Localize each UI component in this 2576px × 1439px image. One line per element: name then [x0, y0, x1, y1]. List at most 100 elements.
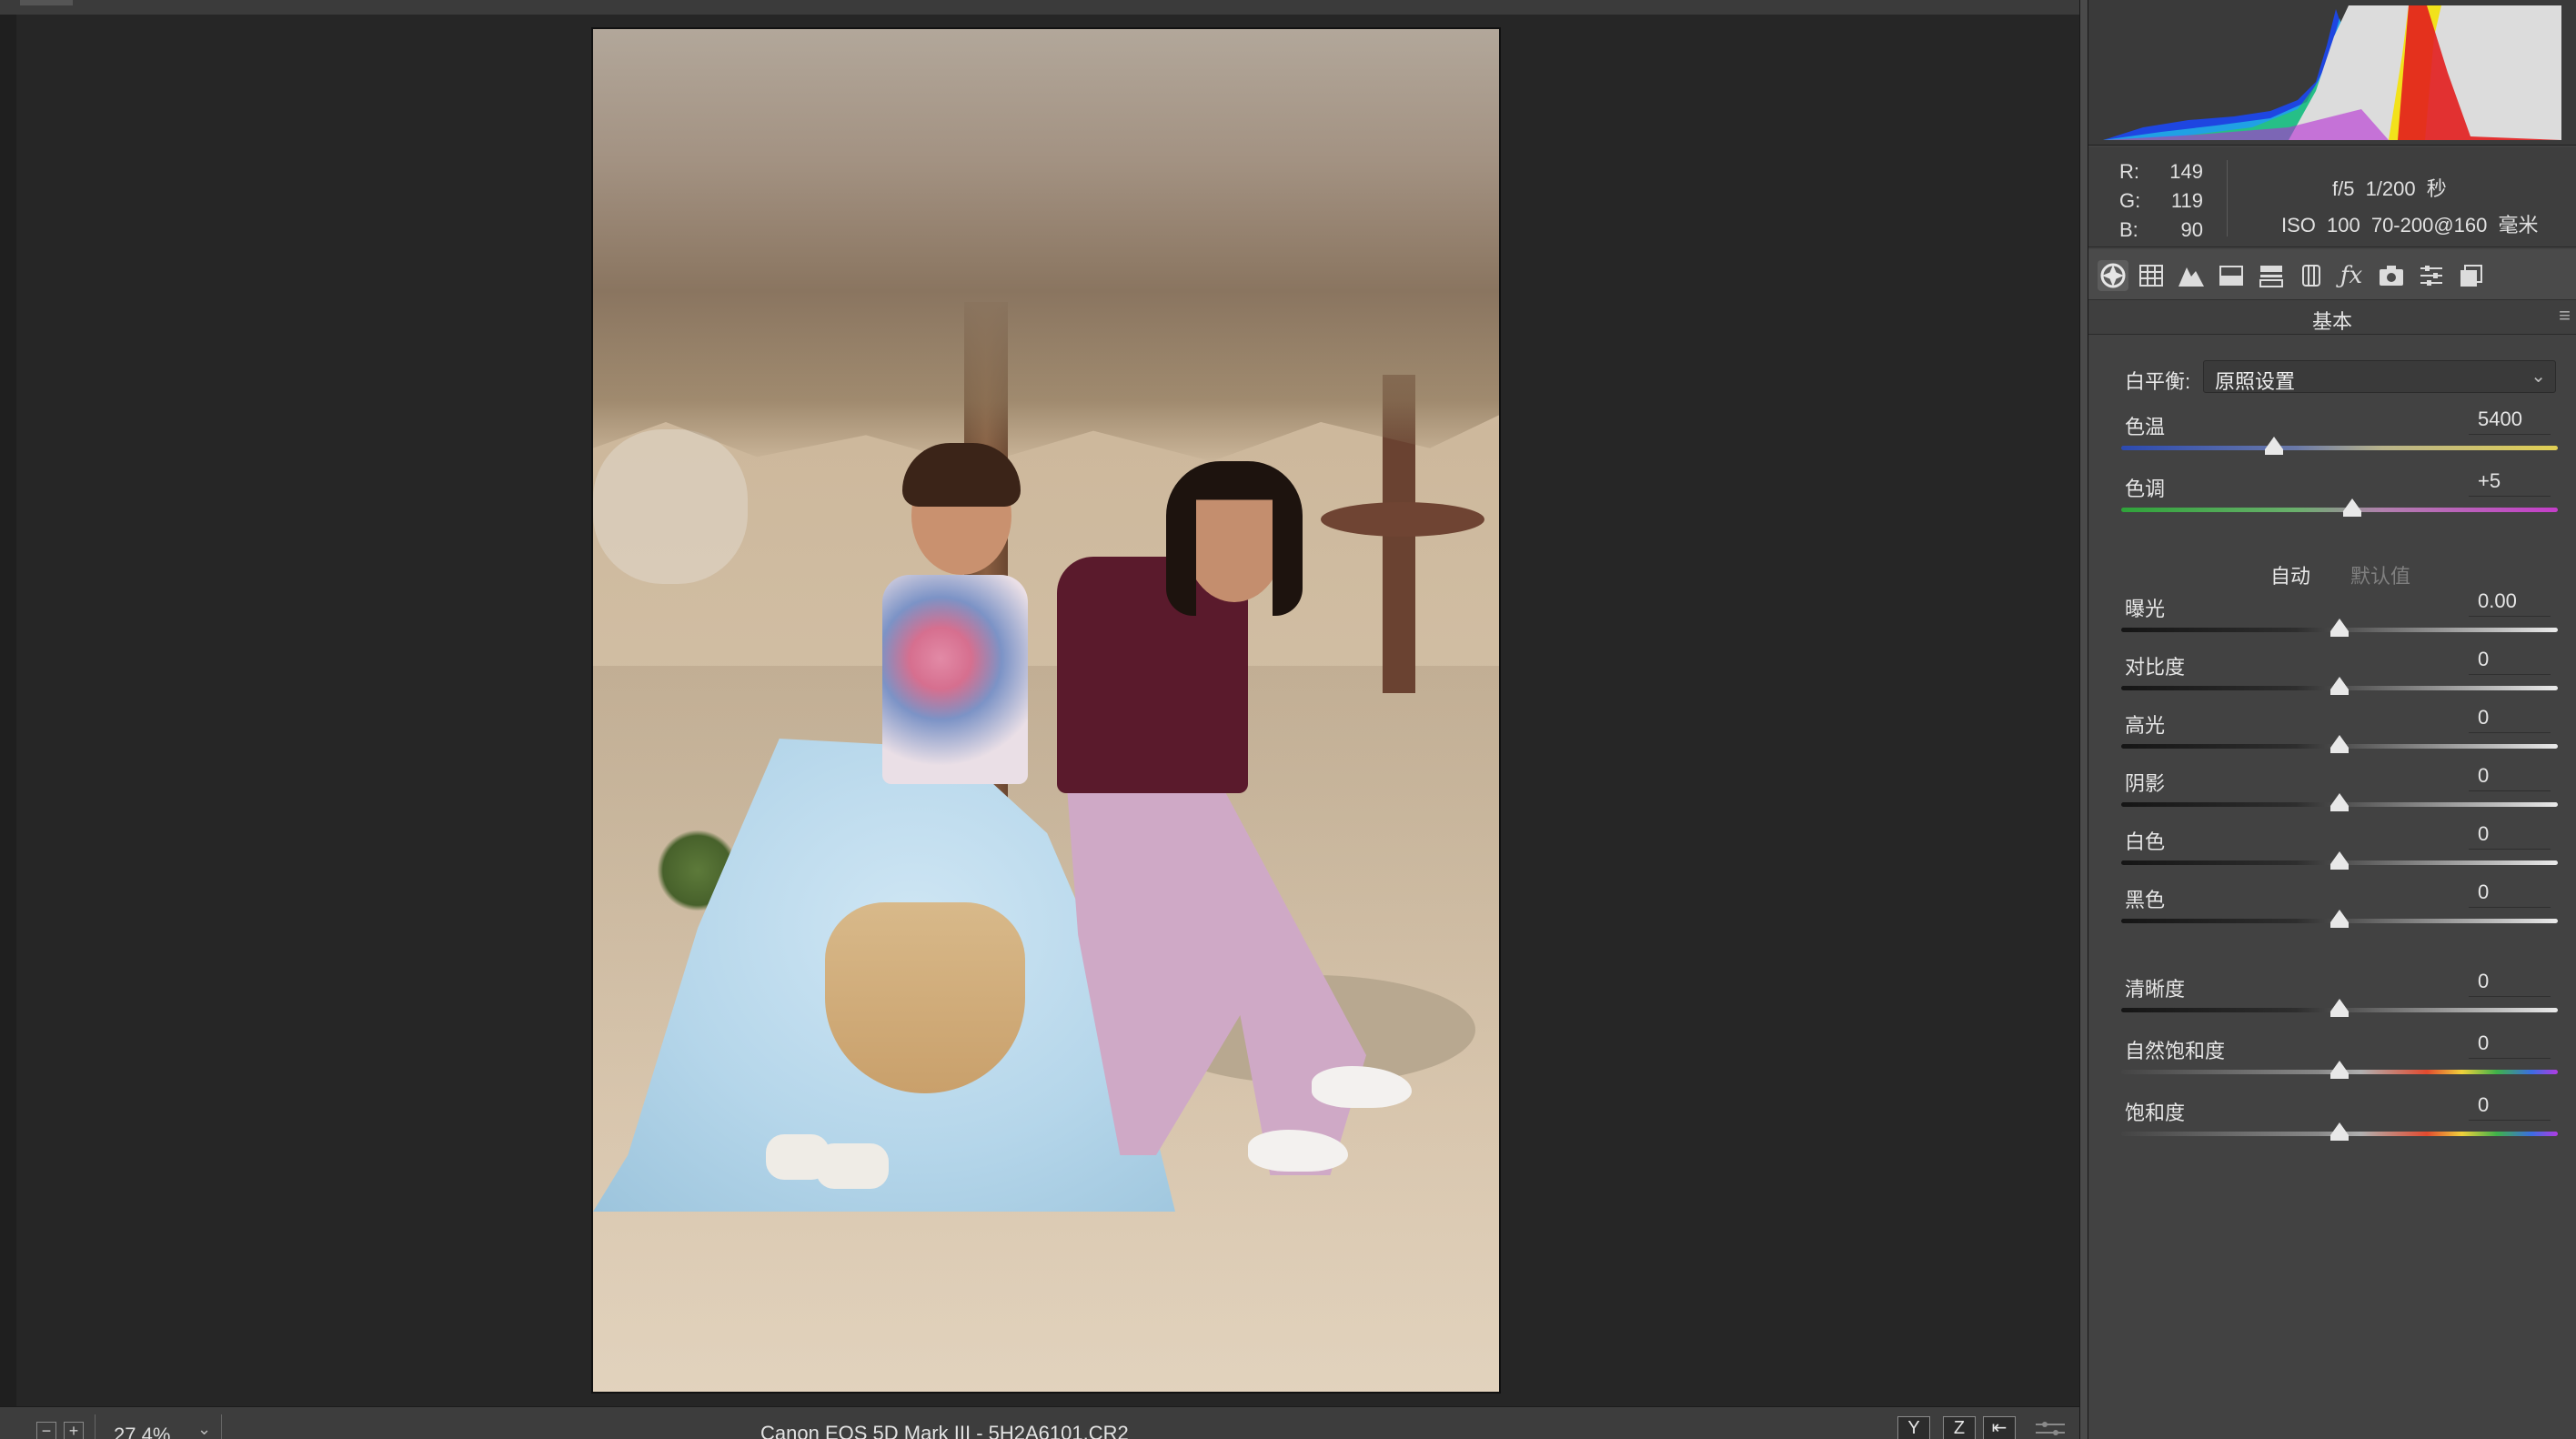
- white-balance-value: 原照设置: [2215, 370, 2296, 393]
- slider-temperature: 色温 5400: [2121, 408, 2558, 466]
- exif-iso-lens: ISO 100 70-200@160 毫米: [2281, 214, 2539, 236]
- panel-tabs: ƒx: [2088, 249, 2576, 300]
- filmstrip-edge: [0, 15, 16, 1406]
- copy-settings-button[interactable]: ⇤: [1983, 1416, 2016, 1439]
- slider-thumb[interactable]: [2330, 1122, 2349, 1141]
- zoom-in-button[interactable]: +: [64, 1422, 84, 1439]
- slider-value-field[interactable]: 0: [2469, 706, 2551, 733]
- slider-value-field[interactable]: 0: [2469, 822, 2551, 850]
- slider-label: 曝光: [2125, 598, 2166, 620]
- zoom-out-button[interactable]: −: [36, 1422, 56, 1439]
- slider-value-field[interactable]: 0: [2469, 1031, 2551, 1059]
- slider-label: 阴影: [2125, 772, 2166, 795]
- slider-thumb[interactable]: [2330, 1061, 2349, 1079]
- presets-icon[interactable]: [2456, 260, 2487, 291]
- slider-shadows: 阴影 0: [2121, 764, 2558, 822]
- slider-exposure: 曝光 0.00: [2121, 589, 2558, 648]
- default-button[interactable]: 默认值: [2350, 560, 2410, 589]
- woman-bodice: [882, 575, 1028, 784]
- rock: [593, 429, 748, 584]
- detail-icon[interactable]: [2256, 260, 2287, 291]
- status-bar: − + 27.4% ⌄ Canon EOS 5D Mark III - 5H2A…: [0, 1406, 2079, 1439]
- mountain-icon[interactable]: [2176, 260, 2207, 291]
- file-name: Canon EOS 5D Mark III - 5H2A6101.CR2: [760, 1422, 1129, 1439]
- slider-thumb[interactable]: [2330, 677, 2349, 695]
- slider-thumb[interactable]: [2330, 999, 2349, 1017]
- slider-label: 色调: [2125, 478, 2166, 500]
- slider-clarity: 清晰度 0: [2121, 970, 2558, 1028]
- slider-value-field[interactable]: 0: [2469, 1093, 2551, 1121]
- white-balance-label: 白平衡:: [2125, 370, 2191, 393]
- aperture-icon[interactable]: [2098, 260, 2128, 291]
- grid-icon[interactable]: [2136, 260, 2167, 291]
- split-tone-icon[interactable]: [2216, 260, 2247, 291]
- camera-icon[interactable]: [2376, 260, 2407, 291]
- photo-preview[interactable]: [591, 27, 1501, 1394]
- slider-contrast: 对比度 0: [2121, 648, 2558, 706]
- straw-umbrella: [593, 29, 1499, 466]
- info-divider: [2227, 160, 2228, 236]
- camera-raw-window: − + 27.4% ⌄ Canon EOS 5D Mark III - 5H2A…: [0, 0, 2576, 1439]
- slider-thumb[interactable]: [2265, 437, 2283, 455]
- top-tab[interactable]: [20, 0, 73, 5]
- white-balance-select[interactable]: 原照设置 ⌄: [2203, 360, 2556, 393]
- slider-value-field[interactable]: 0.00: [2469, 589, 2551, 617]
- slider-whites: 白色 0: [2121, 822, 2558, 881]
- section-title: 基本: [2311, 310, 2352, 333]
- slider-label: 对比度: [2125, 656, 2186, 679]
- flower-basket: [825, 902, 1025, 1093]
- zoom-select[interactable]: 27.4% ⌄: [95, 1414, 222, 1439]
- slider-highlights: 高光 0: [2121, 706, 2558, 764]
- zoom-value: 27.4%: [114, 1424, 171, 1439]
- pixel-info: R: 149 G: 119 B: 90 f/5 1/200 秒 ISO 100 70-…: [2088, 147, 2576, 247]
- sliders-icon[interactable]: [2416, 260, 2447, 291]
- slider-value-field[interactable]: +5: [2469, 469, 2551, 497]
- slider-value-field[interactable]: 0: [2469, 970, 2551, 997]
- slider-thumb[interactable]: [2330, 793, 2349, 811]
- slider-label: 色温: [2125, 416, 2166, 438]
- slider-label: 黑色: [2125, 889, 2166, 911]
- slider-label: 清晰度: [2125, 978, 2186, 1001]
- slider-label: 高光: [2125, 714, 2166, 737]
- slider-saturation: 饱和度 0: [2121, 1093, 2558, 1152]
- top-strip: [0, 0, 2079, 15]
- slider-value-field[interactable]: 0: [2469, 881, 2551, 908]
- r-readout: R: 149: [2119, 160, 2203, 183]
- exif-aperture-shutter: f/5 1/200 秒: [2332, 177, 2447, 200]
- preview-area: [0, 0, 2079, 1439]
- slider-thumb[interactable]: [2330, 851, 2349, 870]
- menu-icon[interactable]: ≡: [2559, 304, 2571, 327]
- auto-row: 自动 默认值: [2088, 560, 2576, 588]
- panel-empty-area: [2088, 1173, 2576, 1439]
- adjustment-panel: R: 149 G: 119 B: 90 f/5 1/200 秒 ISO 100 70-…: [2088, 0, 2576, 1439]
- slider-blacks: 黑色 0: [2121, 881, 2558, 939]
- woman-sandal: [816, 1143, 889, 1189]
- before-after-view-button[interactable]: Y: [1897, 1416, 1930, 1439]
- slider-label: 饱和度: [2125, 1102, 2186, 1124]
- slider-value-field[interactable]: 0: [2469, 764, 2551, 791]
- slider-tint: 色调 +5: [2121, 469, 2558, 528]
- chevron-down-icon: ⌄: [197, 1420, 212, 1438]
- slider-thumb[interactable]: [2330, 619, 2349, 637]
- slider-thumb[interactable]: [2343, 498, 2362, 517]
- slider-thumb[interactable]: [2330, 735, 2349, 753]
- auto-button[interactable]: 自动: [2270, 560, 2310, 589]
- b-readout: B: 90: [2119, 218, 2203, 241]
- histogram: [2088, 0, 2576, 146]
- lens-icon[interactable]: [2296, 260, 2327, 291]
- preview-settings-icon[interactable]: [2034, 1420, 2067, 1438]
- fx-icon[interactable]: ƒx: [2336, 260, 2367, 291]
- panel-divider[interactable]: [2079, 0, 2088, 1439]
- swap-settings-button[interactable]: Z: [1943, 1416, 1976, 1439]
- wood-table: [1321, 502, 1484, 537]
- slider-track[interactable]: [2121, 446, 2558, 450]
- slider-track[interactable]: [2121, 508, 2558, 512]
- chevron-down-icon: ⌄: [2531, 367, 2546, 387]
- slider-thumb[interactable]: [2330, 910, 2349, 928]
- slider-label: 白色: [2125, 830, 2166, 853]
- slider-value-field[interactable]: 5400: [2469, 408, 2551, 435]
- slider-value-field[interactable]: 0: [2469, 648, 2551, 675]
- slider-vibrance: 自然饱和度 0: [2121, 1031, 2558, 1090]
- slider-label: 自然饱和度: [2125, 1040, 2226, 1062]
- section-header: 基本 ≡: [2088, 300, 2576, 335]
